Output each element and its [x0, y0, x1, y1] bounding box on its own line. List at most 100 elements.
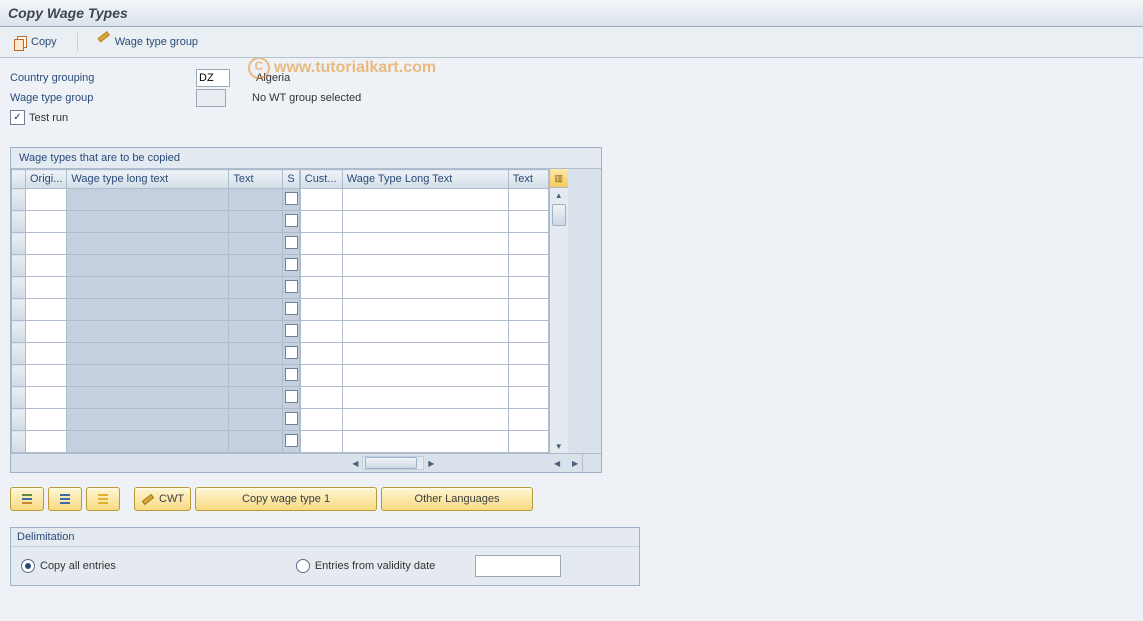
column-header[interactable]: Wage type long text [67, 170, 229, 189]
test-run-checkbox[interactable]: ✓ [10, 110, 25, 125]
h-scroll-right-next-icon[interactable]: ▶ [568, 455, 582, 471]
table-row[interactable] [300, 343, 548, 365]
delimitation-group: Delimitation Copy all entries Entries fr… [10, 527, 640, 586]
column-header[interactable]: Origi... [26, 170, 67, 189]
table-row[interactable] [12, 365, 300, 387]
wage-type-group-row: Wage type group No WT group selected [10, 88, 1133, 108]
entries-from-date-radio[interactable]: Entries from validity date [296, 559, 435, 573]
table-row[interactable] [300, 321, 548, 343]
country-grouping-row: Country grouping Algeria [10, 68, 1133, 88]
row-checkbox[interactable] [285, 390, 298, 403]
row-checkbox[interactable] [285, 258, 298, 271]
scroll-thumb[interactable] [552, 204, 566, 226]
column-header[interactable] [12, 170, 26, 189]
column-header[interactable]: Text [229, 170, 283, 189]
row-checkbox[interactable] [285, 280, 298, 293]
row-checkbox[interactable] [285, 192, 298, 205]
copy-all-label: Copy all entries [40, 560, 116, 572]
cwt-button[interactable]: CWT [134, 487, 191, 511]
table-row[interactable] [300, 189, 548, 211]
table-title: Wage types that are to be copied [11, 148, 601, 169]
table-row[interactable] [12, 299, 300, 321]
toolbar-separator [77, 33, 78, 51]
row-checkbox[interactable] [285, 368, 298, 381]
vertical-scrollbar[interactable]: ▥ ▲ ▼ [549, 169, 568, 453]
column-header[interactable]: Text [508, 170, 548, 189]
select-all-icon [20, 492, 34, 506]
row-checkbox[interactable] [285, 236, 298, 249]
table-row[interactable] [12, 277, 300, 299]
h-scroll-left-prev-icon[interactable]: ◀ [348, 455, 362, 471]
copy-wage-type-1-label: Copy wage type 1 [242, 493, 330, 505]
table-row[interactable] [300, 255, 548, 277]
column-header[interactable]: Wage Type Long Text [342, 170, 508, 189]
column-header[interactable]: Cust... [300, 170, 342, 189]
edit-icon [141, 492, 155, 506]
deselect-all-icon [58, 492, 72, 506]
radio-icon [21, 559, 35, 573]
table-row[interactable] [300, 211, 548, 233]
table-row[interactable] [300, 299, 548, 321]
table-row[interactable] [300, 277, 548, 299]
scroll-track[interactable] [550, 202, 568, 439]
table-row[interactable] [12, 409, 300, 431]
body-area: Country grouping Algeria Wage type group… [0, 58, 1143, 596]
select-block-button[interactable] [86, 487, 120, 511]
table-row[interactable] [12, 233, 300, 255]
country-grouping-label: Country grouping [10, 72, 190, 84]
title-bar: Copy Wage Types [0, 0, 1143, 27]
pencil-icon [98, 36, 111, 49]
row-checkbox[interactable] [285, 412, 298, 425]
table-row[interactable] [300, 233, 548, 255]
left-grid[interactable]: Origi...Wage type long textTextS [11, 169, 300, 453]
wage-type-group-button[interactable]: Wage type group [92, 34, 204, 51]
scroll-down-icon[interactable]: ▼ [550, 439, 568, 453]
row-checkbox[interactable] [285, 324, 298, 337]
deselect-all-button[interactable] [48, 487, 82, 511]
copy-button[interactable]: Copy [8, 34, 63, 51]
h-scroll-left[interactable]: ◀ ▶ ◀ ▶ [297, 454, 583, 472]
country-grouping-text: Algeria [256, 72, 290, 84]
horizontal-scroll-row: ◀ ▶ ◀ ▶ [11, 453, 601, 472]
validity-date-input[interactable] [475, 555, 561, 577]
table-row[interactable] [300, 409, 548, 431]
other-languages-label: Other Languages [415, 493, 500, 505]
h-scroll-right-prev-icon[interactable]: ◀ [550, 455, 564, 471]
table-row[interactable] [12, 387, 300, 409]
table-row[interactable] [300, 387, 548, 409]
h-scroll-left-next-icon[interactable]: ▶ [424, 455, 438, 471]
table-config-icon[interactable]: ▥ [550, 169, 568, 188]
table-row[interactable] [12, 189, 300, 211]
select-block-icon [96, 492, 110, 506]
wage-type-group-button-label: Wage type group [115, 36, 198, 48]
table-row[interactable] [12, 343, 300, 365]
copy-all-entries-radio[interactable]: Copy all entries [21, 559, 116, 573]
cwt-label: CWT [159, 493, 184, 505]
select-all-button[interactable] [10, 487, 44, 511]
app-toolbar: Copy Wage type group C www.tutorialkart.… [0, 27, 1143, 58]
right-grid[interactable]: Cust...Wage Type Long TextText [300, 169, 549, 453]
row-checkbox[interactable] [285, 434, 298, 447]
copy-button-label: Copy [31, 36, 57, 48]
scroll-up-icon[interactable]: ▲ [550, 188, 568, 202]
table-row[interactable] [12, 211, 300, 233]
wage-type-group-text: No WT group selected [252, 92, 361, 104]
country-grouping-input[interactable] [196, 69, 230, 87]
copy-wage-type-1-button[interactable]: Copy wage type 1 [195, 487, 377, 511]
table-row[interactable] [12, 255, 300, 277]
table-row[interactable] [300, 365, 548, 387]
table-row[interactable] [12, 431, 300, 453]
copy-icon [14, 36, 27, 49]
table-row[interactable] [300, 431, 548, 453]
column-header[interactable]: S [283, 170, 299, 189]
row-checkbox[interactable] [285, 214, 298, 227]
row-checkbox[interactable] [285, 346, 298, 359]
from-date-label: Entries from validity date [315, 560, 435, 572]
radio-icon [296, 559, 310, 573]
test-run-row: ✓ Test run [10, 110, 1133, 125]
table-row[interactable] [12, 321, 300, 343]
row-checkbox[interactable] [285, 302, 298, 315]
delimitation-title: Delimitation [11, 528, 639, 547]
wage-type-group-input[interactable] [196, 89, 226, 107]
other-languages-button[interactable]: Other Languages [381, 487, 533, 511]
